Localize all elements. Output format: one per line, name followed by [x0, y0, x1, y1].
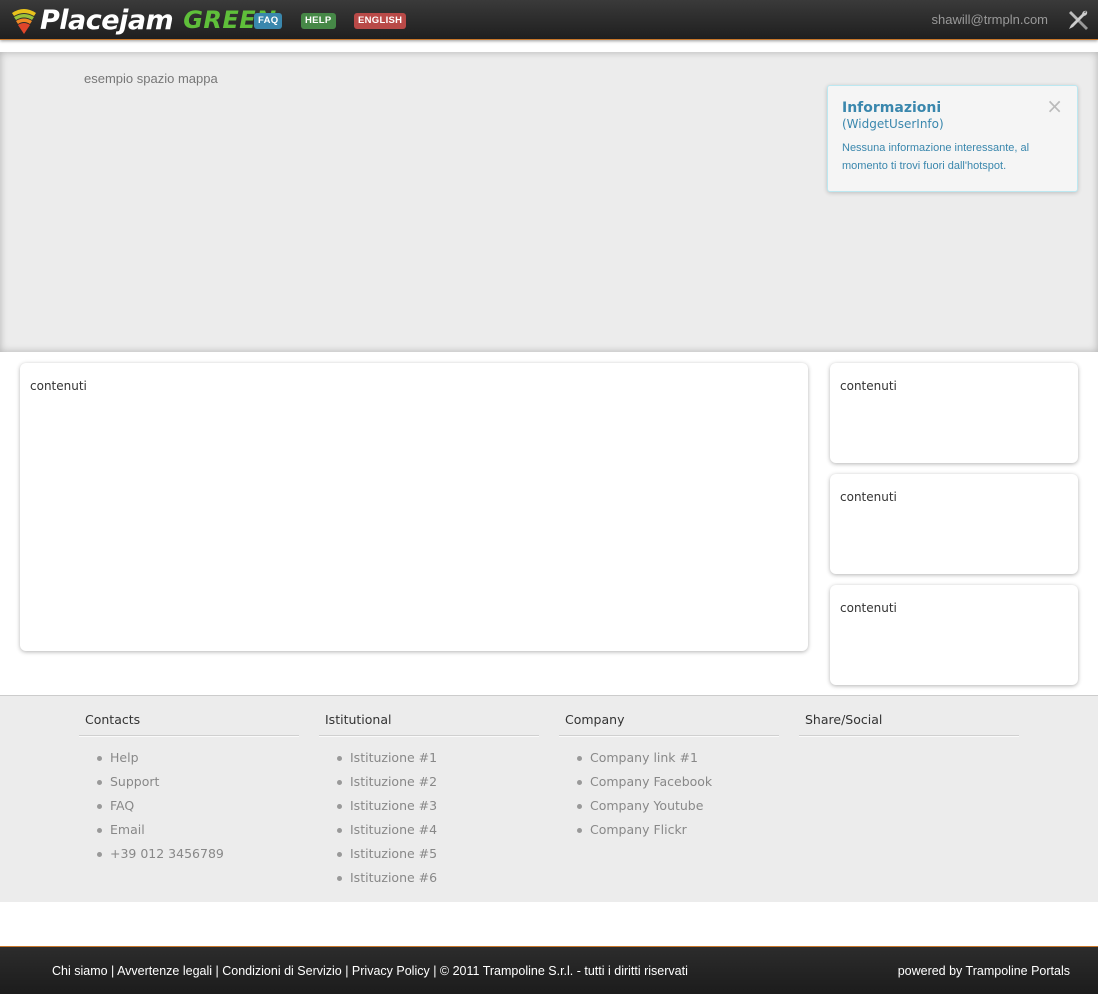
footer-column-title: Contacts — [79, 712, 299, 736]
side-content-box: contenuti — [830, 363, 1078, 463]
footer-column-title: Company — [559, 712, 779, 736]
footer-link[interactable]: Istituzione #5 — [337, 842, 539, 866]
footer-link[interactable]: Help — [97, 746, 299, 770]
info-widget-subtitle: (WidgetUserInfo) — [842, 117, 944, 131]
footer-link[interactable]: Company Youtube — [577, 794, 779, 818]
language-badge-link[interactable]: ENGLISH — [354, 13, 407, 29]
footer-column-company: Company Company link #1 Company Facebook… — [559, 712, 779, 842]
info-widget-text: Nessuna informazione interessante, al mo… — [842, 142, 1030, 172]
footer-link[interactable]: Company link #1 — [577, 746, 779, 770]
info-widget: Informazioni (WidgetUserInfo) Nessuna in… — [827, 85, 1078, 192]
footer-link[interactable]: FAQ — [97, 794, 299, 818]
footer-column-share-social: Share/Social — [799, 712, 1019, 736]
main-content-text: contenuti — [30, 379, 87, 393]
footer-link[interactable]: Istituzione #3 — [337, 794, 539, 818]
logo-pin-icon — [12, 9, 36, 34]
footer-column-title: Share/Social — [799, 712, 1019, 736]
footer-link[interactable]: Company Flickr — [577, 818, 779, 842]
footer-link[interactable]: Istituzione #4 — [337, 818, 539, 842]
help-badge-link[interactable]: HELP — [301, 13, 336, 29]
footer-link[interactable]: Support — [97, 770, 299, 794]
side-content-box: contenuti — [830, 474, 1078, 574]
map-placeholder-text: esempio spazio mappa — [84, 71, 218, 86]
tools-icon[interactable] — [1066, 8, 1090, 32]
footer-link[interactable]: Company Facebook — [577, 770, 779, 794]
placejam-logo[interactable]: Placejam GREEN — [10, 3, 277, 37]
footer-column-contacts: Contacts Help Support FAQ Email +39 012 … — [79, 712, 299, 866]
legal-links[interactable]: Chi siamo | Avvertenze legali | Condizio… — [52, 964, 688, 978]
side-content-text: contenuti — [840, 490, 897, 504]
logo-text: Placejam — [40, 4, 174, 36]
side-content-text: contenuti — [840, 379, 897, 393]
side-content-text: contenuti — [840, 601, 897, 615]
user-email[interactable]: shawill@trmpln.com — [932, 12, 1049, 27]
footer-link[interactable]: Istituzione #2 — [337, 770, 539, 794]
top-navbar: Placejam GREEN FAQ HELP ENGLISH shawill@… — [0, 0, 1098, 40]
bottom-bar: Chi siamo | Avvertenze legali | Condizio… — [0, 946, 1098, 994]
footer-link[interactable]: +39 012 3456789 — [97, 842, 299, 866]
footer-link[interactable]: Istituzione #1 — [337, 746, 539, 770]
footer-column-title: Istitutional — [319, 712, 539, 736]
footer-links: Contacts Help Support FAQ Email +39 012 … — [0, 695, 1098, 902]
footer-column-istitutional: Istitutional Istituzione #1 Istituzione … — [319, 712, 539, 890]
powered-by-link[interactable]: powered by Trampoline Portals — [898, 964, 1070, 978]
faq-badge-link[interactable]: FAQ — [254, 13, 283, 29]
footer-link[interactable]: Istituzione #6 — [337, 866, 539, 890]
close-icon[interactable]: × — [1046, 96, 1063, 116]
side-content-box: contenuti — [830, 585, 1078, 685]
info-widget-title: Informazioni — [842, 100, 942, 116]
footer-link[interactable]: Email — [97, 818, 299, 842]
map-area[interactable]: esempio spazio mappa Informazioni (Widge… — [0, 52, 1098, 352]
main-content-box: contenuti — [20, 363, 808, 651]
